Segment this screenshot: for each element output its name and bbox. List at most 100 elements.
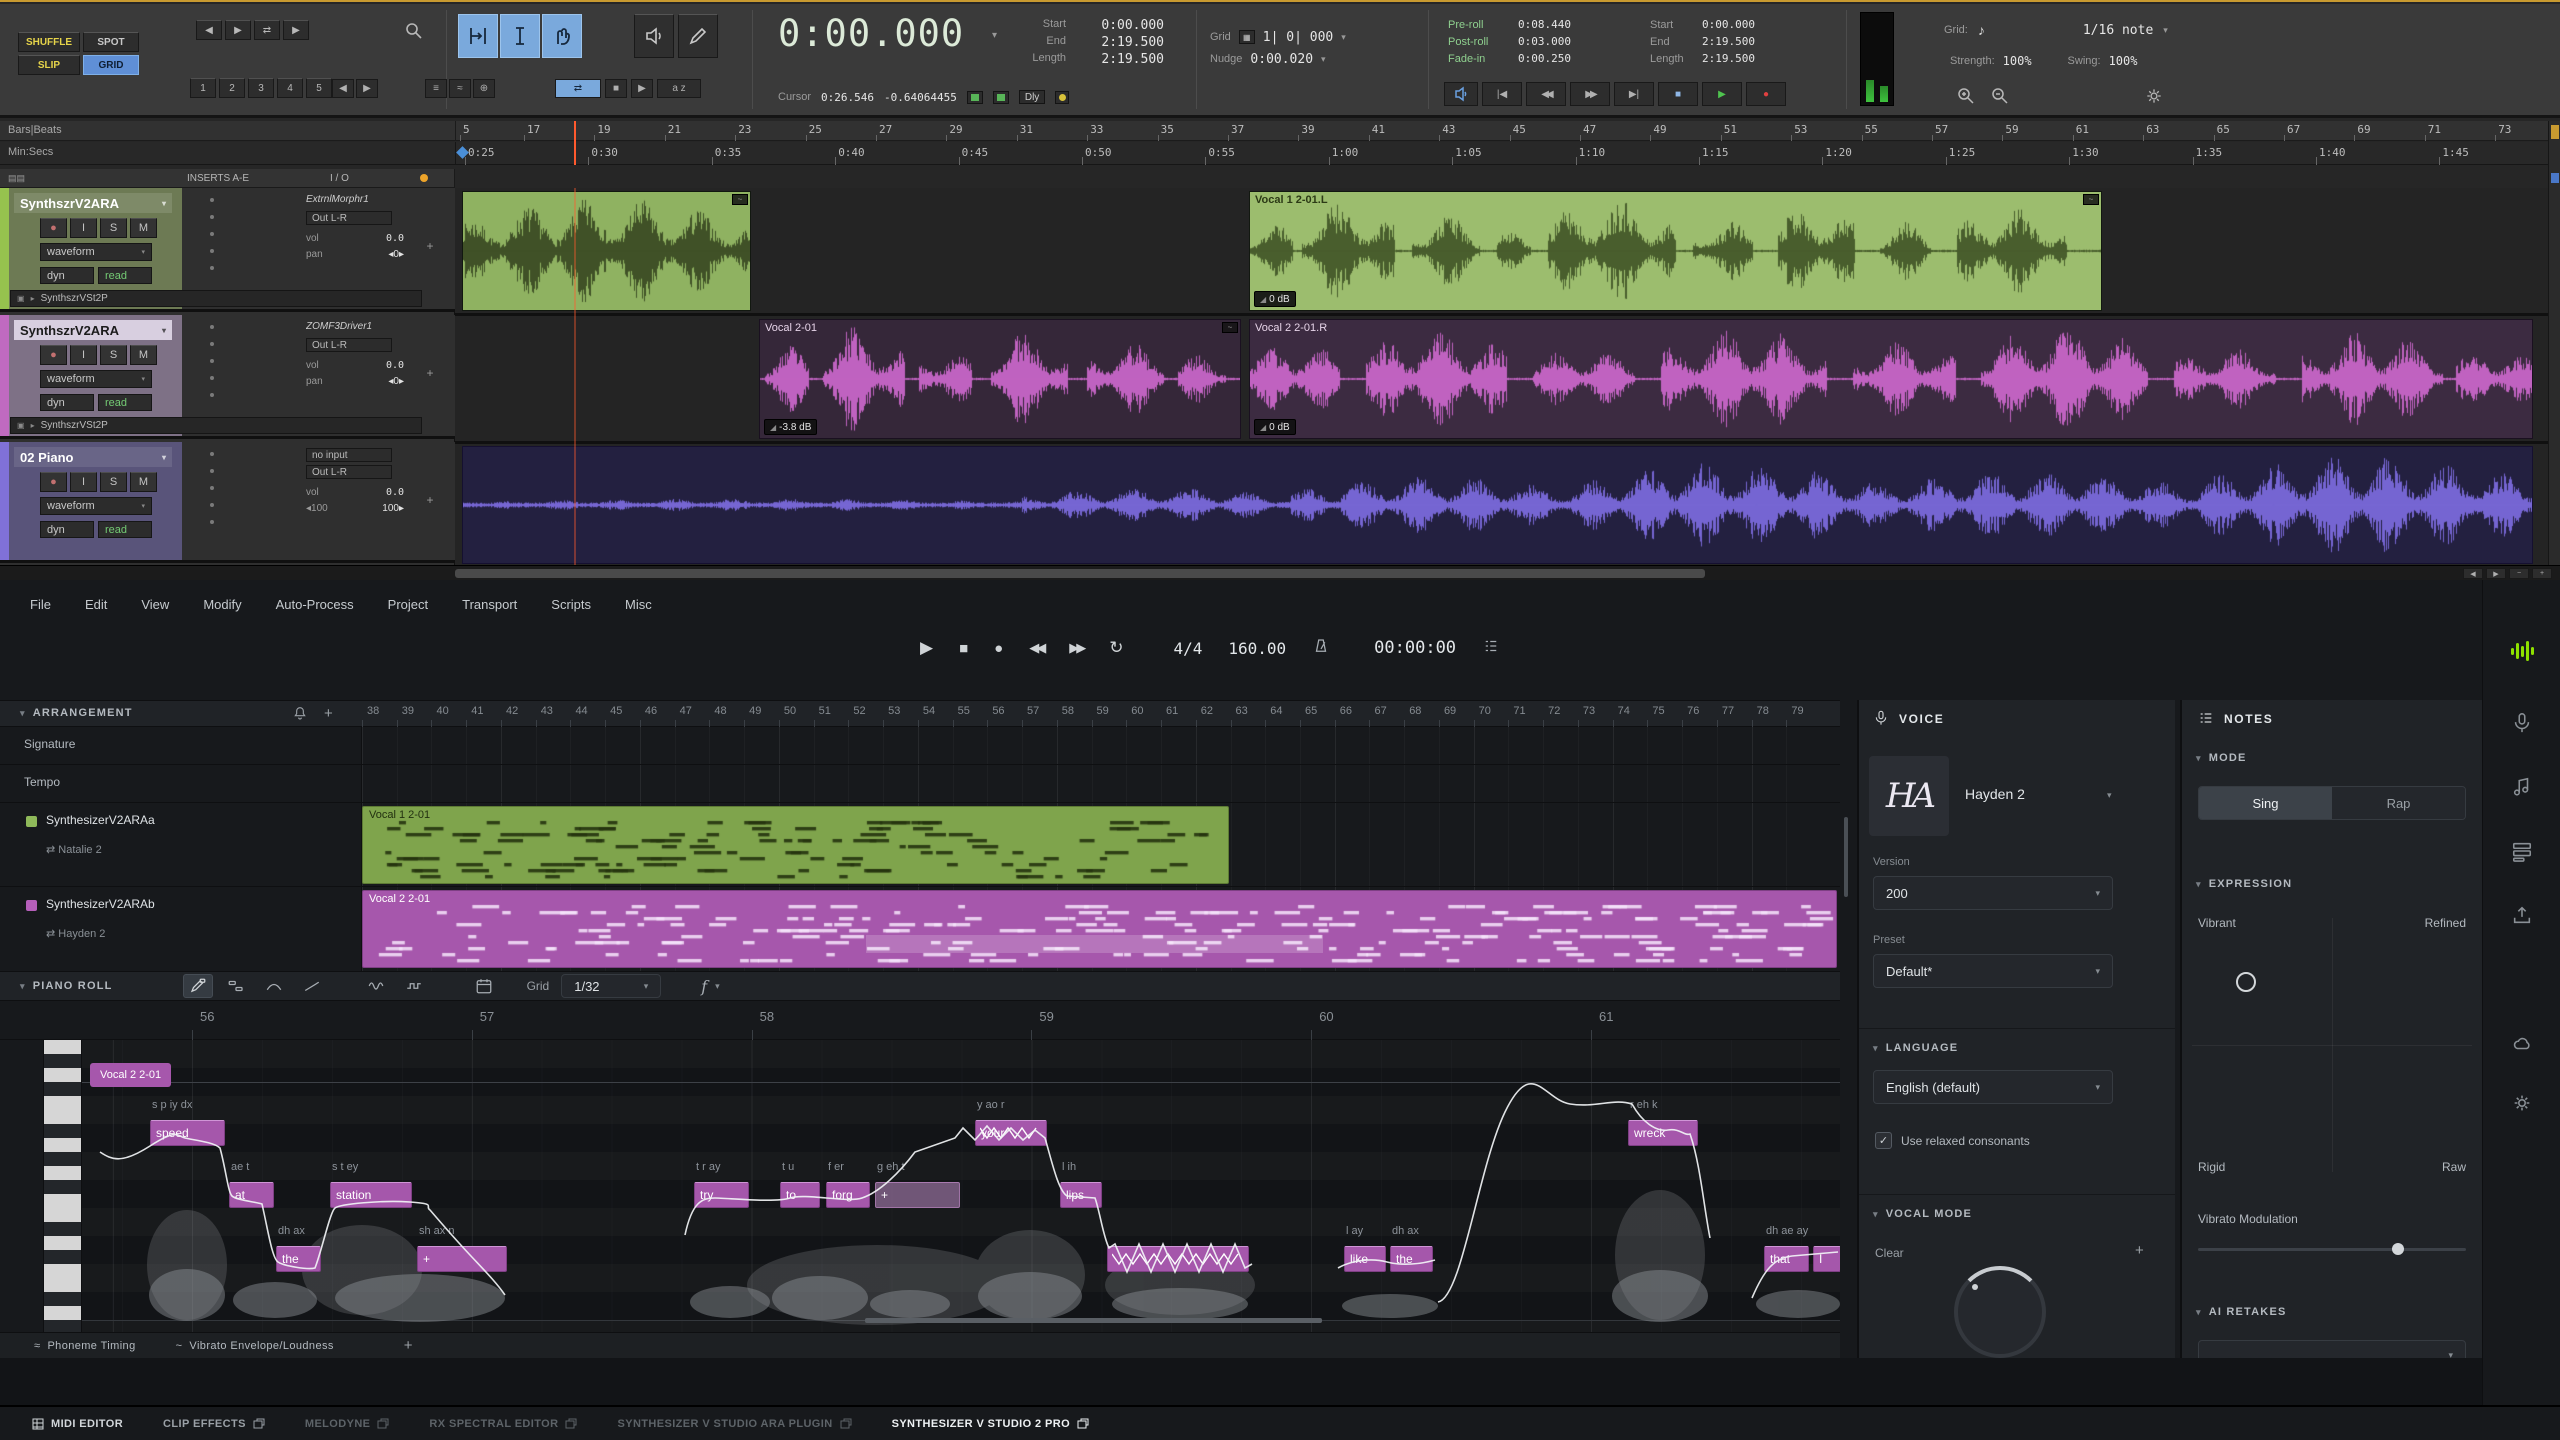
dynamics-panel-icon[interactable]: f <box>701 977 707 996</box>
rewind-button[interactable]: ◀◀ <box>1526 82 1566 106</box>
track-header[interactable]: SynthszrV2ARA▾●ISMwaveform▾dynreadZOMF3D… <box>0 315 455 439</box>
zoom-out-icon[interactable] <box>1990 86 2010 111</box>
main-counter[interactable]: 0:00.000 <box>778 12 964 55</box>
nudge-mode-button[interactable]: ≡ <box>425 79 447 98</box>
insert-slot-dot[interactable] <box>210 232 214 236</box>
grid-size-select[interactable]: 1/32▾ <box>561 974 661 998</box>
grabber-tool-button[interactable] <box>542 14 582 58</box>
ai-retakes-partial-control[interactable]: ▾ <box>2198 1340 2466 1358</box>
metronome-button[interactable] <box>1444 82 1478 106</box>
insert-slot-dot[interactable] <box>210 469 214 473</box>
insert-slot-dot[interactable] <box>210 503 214 507</box>
sidebar-cloud-icon[interactable] <box>2511 1032 2533 1059</box>
track-instrument-bar[interactable]: ▣▸SynthszrVSt2P <box>10 290 422 307</box>
insert-slot-dot[interactable] <box>210 266 214 270</box>
track-volume[interactable]: vol0.0 <box>306 233 404 244</box>
track-name[interactable]: 02 Piano▾ <box>14 447 172 467</box>
track-output-selector[interactable]: Out L-R <box>306 465 392 479</box>
menu-item[interactable]: Misc <box>625 592 652 617</box>
sidebar-mic-icon[interactable] <box>2511 712 2533 739</box>
grid-mode-button[interactable]: GRID <box>83 55 139 75</box>
arrangement-clip-vocal2[interactable]: Vocal 2 2-01 <box>362 890 1837 968</box>
stop-button[interactable]: ■ <box>959 640 968 657</box>
track-output-selector[interactable]: Out L-R <box>306 211 392 225</box>
clip-vocal2a[interactable]: Vocal 2-01 ~ ◢-3.8 dB <box>759 319 1241 439</box>
trim-tool-button[interactable] <box>458 14 498 58</box>
track-instrument-plugin[interactable]: ZOMF3Driver1 <box>306 321 410 332</box>
keyboard-focus-button[interactable]: a z <box>657 79 701 98</box>
record-arm-button[interactable]: ● <box>40 472 67 492</box>
clip-gain-badge[interactable]: ◢0 dB <box>1254 291 1296 307</box>
insert-slot-dot[interactable] <box>210 520 214 524</box>
note-pencil-tool[interactable] <box>183 974 213 998</box>
stop-button[interactable]: ■ <box>1658 82 1698 106</box>
solo-button[interactable]: S <box>100 218 127 238</box>
grid-value[interactable]: 1| 0| 000 <box>1263 30 1333 45</box>
loop-edit-button[interactable]: ⊕ <box>473 79 495 98</box>
arrangement-clip-vocal1[interactable]: Vocal 1 2-01 <box>362 806 1229 884</box>
io-column-label[interactable]: I / O <box>330 173 349 184</box>
track-b-name[interactable]: SynthesizerV2ARAb <box>46 897 155 911</box>
slider-handle[interactable] <box>2392 1243 2404 1255</box>
add-parameter-tab-icon[interactable]: + <box>404 1337 413 1354</box>
zoom-preset-button[interactable]: 1 <box>190 78 216 98</box>
clip-fade-icon[interactable]: ~ <box>732 194 748 205</box>
dynamics-caret-icon[interactable]: ▾ <box>715 981 720 992</box>
track-automation-mode[interactable]: read <box>98 521 152 538</box>
preroll-label[interactable]: Pre-roll <box>1448 19 1510 31</box>
play-button[interactable]: ▶ <box>1702 82 1742 106</box>
edit-insertion-icon[interactable] <box>993 91 1009 104</box>
fast-forward-button[interactable]: ▶▶ <box>1570 82 1610 106</box>
insert-slot-dot[interactable] <box>210 452 214 456</box>
language-select[interactable]: English (default)▾ <box>1873 1070 2113 1104</box>
mode-rap-button[interactable]: Rap <box>2332 787 2465 819</box>
pianoroll-hscrollbar[interactable] <box>865 1318 1322 1323</box>
tempo-row-label[interactable]: Tempo <box>24 775 60 789</box>
zoom-tool-icon[interactable] <box>402 20 426 47</box>
input-monitor-button[interactable]: I <box>70 472 97 492</box>
tab-vibrato-envelope[interactable]: ~Vibrato Envelope/Loudness <box>176 1340 334 1352</box>
zoom-in-button[interactable]: ▶ <box>283 20 309 40</box>
scroll-btn-zoomin[interactable]: + <box>2532 568 2552 579</box>
track-pan[interactable]: pan◂0▸ <box>306 249 404 260</box>
track-b-voice[interactable]: ⇄ Hayden 2 <box>46 927 105 940</box>
voice-name[interactable]: Hayden 2 <box>1965 786 2025 802</box>
clip-tag[interactable]: Vocal 2 2-01 <box>90 1063 171 1087</box>
insert-slot-dot[interactable] <box>210 249 214 253</box>
vocal-mode-add-icon[interactable]: + <box>2135 1242 2144 1259</box>
menu-item[interactable]: Project <box>388 592 428 617</box>
arrangement-collapse-icon[interactable]: ▾ <box>20 708 26 719</box>
insert-slot-dot[interactable] <box>210 325 214 329</box>
menu-item[interactable]: Transport <box>462 592 517 617</box>
scrubber-tool-button[interactable] <box>634 14 674 58</box>
step-input-icon[interactable] <box>1482 637 1500 660</box>
clip-vocal1[interactable]: Vocal 1 2-01.L ~ ◢0 dB <box>1249 191 2102 311</box>
language-collapse-icon[interactable]: ▾ <box>1873 1043 1879 1054</box>
vibrato-wave-tool[interactable] <box>399 974 429 998</box>
shuffle-mode-button[interactable]: SHUFFLE <box>18 32 80 52</box>
mute-button[interactable]: M <box>130 218 157 238</box>
relaxed-consonants-label[interactable]: Use relaxed consonants <box>1901 1134 2030 1148</box>
horizontal-scrollbar[interactable]: ◀ ▶ − + <box>0 565 2560 580</box>
record-button[interactable]: ● <box>1746 82 1786 106</box>
insert-slot-dot[interactable] <box>210 198 214 202</box>
relaxed-consonants-checkbox[interactable]: ✓ <box>1875 1132 1892 1149</box>
vocal-mode-knob[interactable] <box>1954 1266 2046 1358</box>
menu-item[interactable]: Auto-Process <box>276 592 354 617</box>
input-monitor-button[interactable]: I <box>70 218 97 238</box>
selector-tool-button[interactable] <box>500 14 540 58</box>
track-list-icon[interactable]: ▤▤ <box>8 173 25 184</box>
piano-keyboard[interactable] <box>44 1040 82 1332</box>
track-volume[interactable]: vol0.0 <box>306 487 404 498</box>
preset-select[interactable]: Default*▾ <box>1873 954 2113 988</box>
go-to-end-button[interactable]: ▶| <box>1614 82 1654 106</box>
pitch-wave-tool[interactable] <box>361 974 391 998</box>
sel-start[interactable]: 0:00.000 <box>1076 18 1164 35</box>
pianoroll-note-area[interactable]: speeds p iy dxatae tthedh axstations t e… <box>82 1040 1840 1332</box>
track-header[interactable]: 02 Piano▾●ISMwaveform▾dynreadno inputOut… <box>0 442 455 563</box>
grid-caret-icon[interactable]: ▾ <box>1341 32 1346 43</box>
min-secs-ruler[interactable]: Min:Secs 0:250:300:350:400:450:500:551:0… <box>0 142 2560 165</box>
note-value-icon[interactable]: ♪ <box>1978 22 1985 38</box>
timeline-insertion-icon[interactable] <box>967 91 983 104</box>
zoom-preset-button[interactable]: 4 <box>277 78 303 98</box>
